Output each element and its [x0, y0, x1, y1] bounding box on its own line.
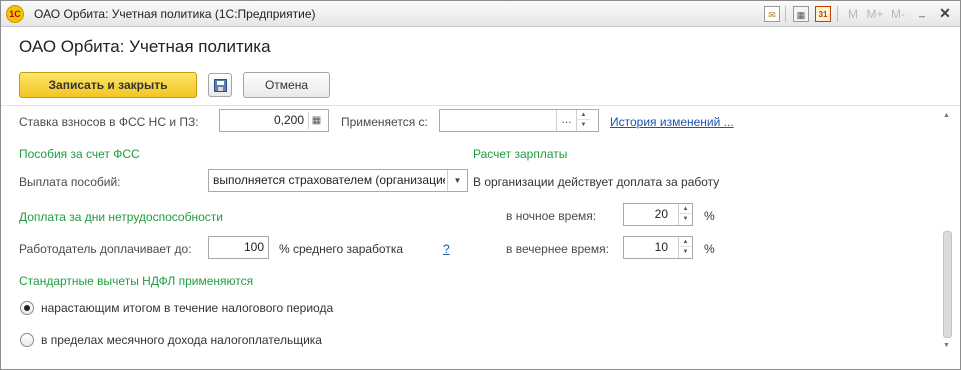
toolbar-separator [837, 6, 838, 22]
fss-rate-input[interactable]: 0,200 ▦ [219, 109, 329, 132]
memory-m-button[interactable]: M [843, 6, 863, 22]
minimize-button[interactable]: _ [914, 5, 930, 21]
memory-plus-button[interactable]: M+ [865, 6, 885, 22]
calendar-icon[interactable]: 31 [815, 6, 831, 22]
divider [1, 105, 960, 106]
chevron-up-icon[interactable]: ▲ [679, 237, 692, 247]
applies-from-label: Применяется с: [341, 115, 428, 129]
chevron-down-icon[interactable]: ▼ [679, 214, 692, 224]
fss-rate-label: Ставка взносов в ФСС НС и ПЗ: [19, 115, 199, 129]
ndfl-section-title: Стандартные вычеты НДФЛ применяются [19, 274, 254, 288]
evening-time-input[interactable]: 10 ▲ ▼ [623, 236, 693, 259]
benefits-payment-select[interactable]: выполняется страхователем (организацией)… [208, 169, 468, 192]
help-link[interactable]: ? [443, 242, 450, 256]
evening-time-stepper[interactable]: ▲ ▼ [678, 237, 692, 258]
document-icon[interactable]: ✉ [764, 6, 780, 22]
evening-time-value: 10 [654, 240, 668, 254]
window-title: ОАО Орбита: Учетная политика (1С:Предпри… [34, 7, 316, 21]
date-stepper[interactable]: ▲ ▼ [576, 110, 590, 131]
extra-pay-note: В организации действует доплата за работ… [473, 175, 720, 189]
chevron-down-icon[interactable]: ▼ [943, 342, 950, 349]
fss-rate-value: 0,200 [273, 113, 304, 127]
night-time-value: 20 [654, 207, 668, 221]
floppy-disk-icon [214, 79, 227, 92]
chevron-up-icon[interactable]: ▲ [577, 110, 590, 120]
title-bar: 1С ОАО Орбита: Учетная политика (1С:Пред… [1, 1, 960, 27]
disability-section-title: Доплата за дни нетрудоспособности [19, 210, 223, 224]
benefits-payment-value: выполняется страхователем (организацией) [213, 173, 445, 187]
save-button[interactable] [208, 73, 232, 97]
ndfl-option-monthly-radio[interactable] [20, 333, 34, 347]
toolbar-separator [785, 6, 786, 22]
chevron-down-icon[interactable]: ▼ [447, 170, 467, 191]
employer-topup-input[interactable]: 100 [208, 236, 269, 259]
night-time-label: в ночное время: [506, 209, 597, 223]
close-button[interactable]: ✕ [937, 5, 953, 21]
chevron-up-icon[interactable]: ▲ [943, 112, 950, 119]
window: 1С ОАО Орбита: Учетная политика (1С:Пред… [0, 0, 961, 370]
evening-time-label: в вечернее время: [506, 242, 609, 256]
memory-minus-button[interactable]: M- [888, 6, 908, 22]
scrollbar-thumb[interactable] [943, 231, 952, 338]
ndfl-option-cumulative-radio[interactable] [20, 301, 34, 315]
avg-earnings-label: % среднего заработка [279, 242, 404, 256]
benefits-payment-label: Выплата пособий: [19, 175, 121, 189]
save-and-close-button[interactable]: Записать и закрыть [19, 72, 197, 98]
ndfl-option-cumulative-label[interactable]: нарастающим итогом в течение налогового … [41, 301, 333, 315]
night-time-stepper[interactable]: ▲ ▼ [678, 204, 692, 225]
scrollbar[interactable]: ▲ ▼ [941, 106, 955, 359]
benefits-section-title: Пособия за счет ФСС [19, 147, 140, 161]
app-logo-icon[interactable]: 1С [6, 5, 24, 23]
evening-percent-sign: % [704, 242, 715, 256]
applies-from-input[interactable]: ... ▲ ▼ [439, 109, 599, 132]
ndfl-option-monthly-label[interactable]: в пределах месячного дохода налогоплател… [41, 333, 322, 347]
calculator-icon[interactable]: ▦ [308, 112, 324, 129]
page-title: ОАО Орбита: Учетная политика [19, 37, 271, 56]
chevron-up-icon[interactable]: ▲ [679, 204, 692, 214]
chevron-down-icon[interactable]: ▼ [679, 247, 692, 257]
calculator-icon[interactable]: ▦ [793, 6, 809, 22]
payroll-section-title: Расчет зарплаты [473, 147, 568, 161]
night-time-input[interactable]: 20 ▲ ▼ [623, 203, 693, 226]
history-link[interactable]: История изменений ... [610, 115, 734, 129]
night-percent-sign: % [704, 209, 715, 223]
employer-topup-value: 100 [243, 240, 264, 254]
cancel-button[interactable]: Отмена [243, 72, 330, 98]
employer-topup-label: Работодатель доплачивает до: [19, 242, 192, 256]
select-button[interactable]: ... [556, 110, 576, 131]
chevron-down-icon[interactable]: ▼ [577, 120, 590, 130]
